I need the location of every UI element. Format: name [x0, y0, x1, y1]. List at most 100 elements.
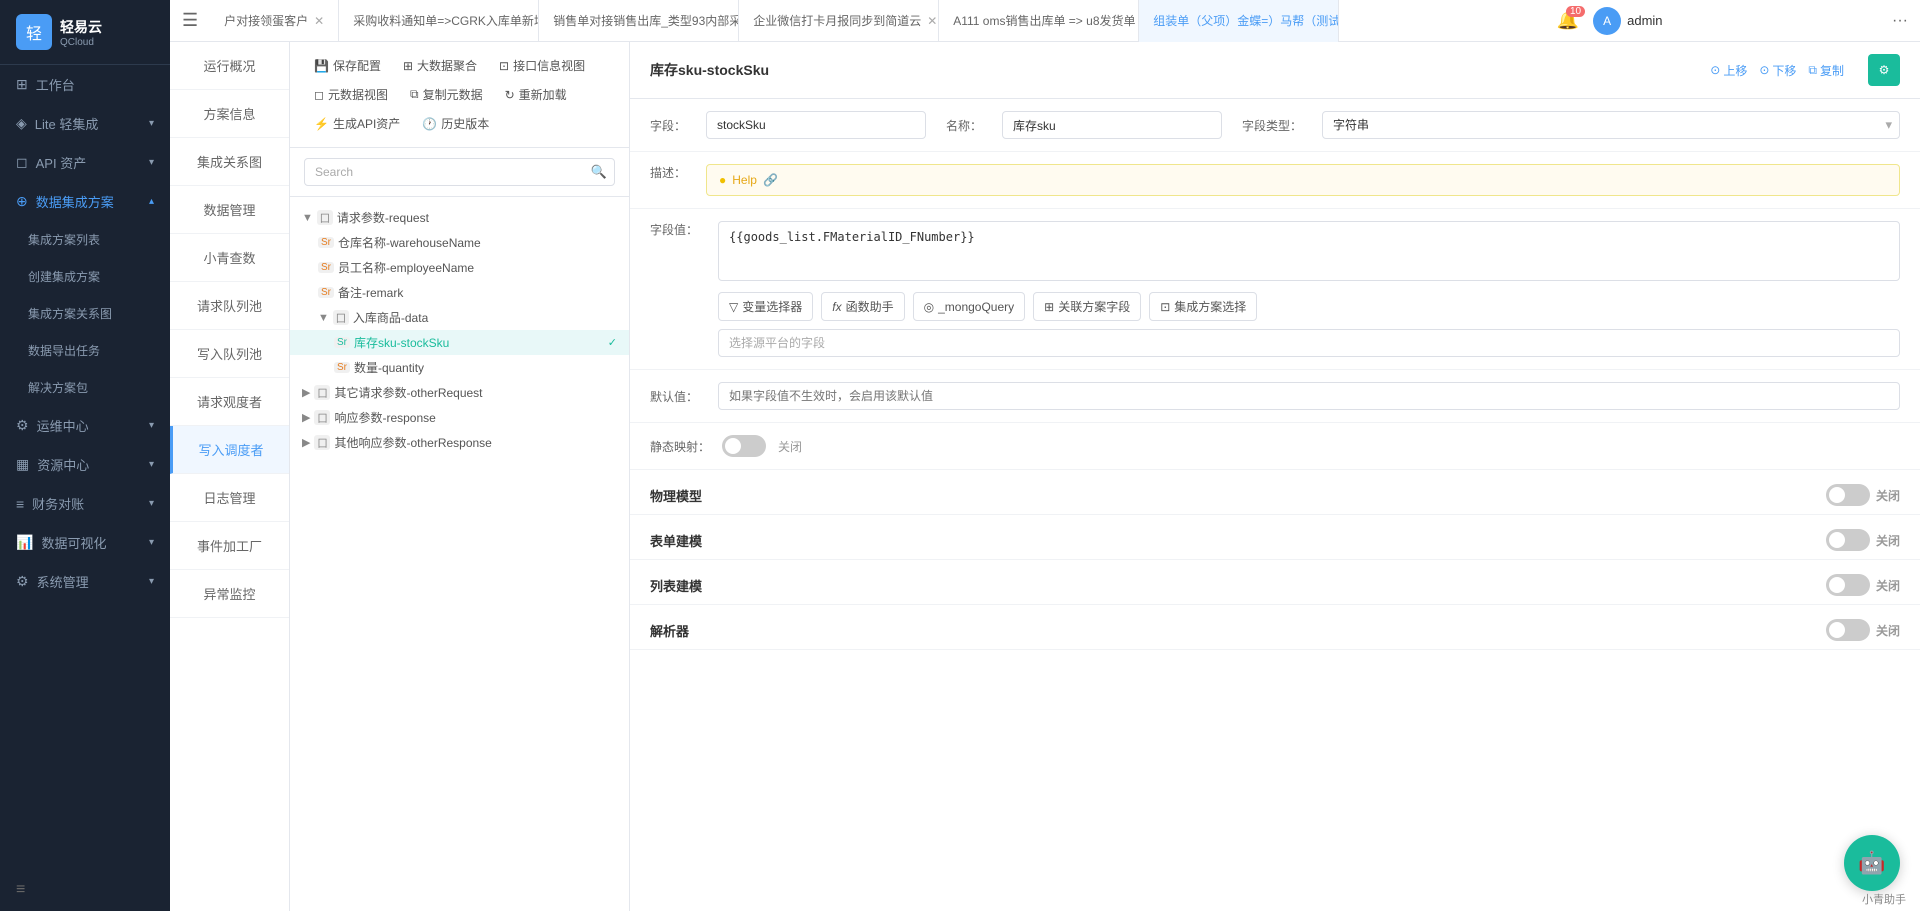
- save-config-btn[interactable]: 💾 保存配置: [304, 52, 391, 79]
- sidebar-item-finance[interactable]: ≡ 财务对账 ▾: [0, 484, 170, 523]
- tree-node-request-params[interactable]: ▼ 囗 请求参数-request: [290, 205, 629, 230]
- form-model-toggle[interactable]: [1826, 529, 1870, 551]
- history-btn[interactable]: 🕐 历史版本: [412, 110, 499, 137]
- gear-icon: ⚙: [1879, 63, 1890, 77]
- left-nav-write-observer[interactable]: 写入调度者: [170, 426, 289, 474]
- sidebar-item-visualization[interactable]: 📊 数据可视化 ▾: [0, 523, 170, 562]
- folder-collapsed-icon: ▶: [302, 386, 310, 399]
- copy-btn[interactable]: ⧉ 复制: [1808, 62, 1844, 79]
- left-nav-relation-map[interactable]: 集成关系图: [170, 138, 289, 186]
- assistant-btn[interactable]: 🤖: [1844, 835, 1900, 891]
- sidebar-item-resources[interactable]: ▦ 资源中心 ▾: [0, 445, 170, 484]
- operations-icon: ⚙: [16, 417, 29, 434]
- relation-field-btn[interactable]: ⊞ 关联方案字段: [1033, 292, 1141, 321]
- visualization-icon: 📊: [16, 534, 33, 551]
- field-value-textarea[interactable]: {{goods_list.FMaterialID_FNumber}}: [718, 221, 1900, 281]
- physical-model-section: 物理模型 关闭: [630, 470, 1920, 515]
- tab-1[interactable]: 户对接领蛋客户 ✕: [210, 0, 339, 42]
- sidebar-collapse-btn[interactable]: ≡: [0, 869, 170, 911]
- left-nav-request-queue[interactable]: 请求队列池: [170, 282, 289, 330]
- field-label: 字段：: [650, 117, 686, 134]
- tree-node-employee-name[interactable]: Sr 员工名称-employeeName: [290, 255, 629, 280]
- left-nav-request-observer[interactable]: 请求观度者: [170, 378, 289, 426]
- sidebar-item-solution-package[interactable]: 解决方案包: [0, 369, 170, 406]
- tree-node-stock-sku[interactable]: Sr 库存sku-stockSku ✓: [290, 330, 629, 355]
- sidebar-item-data-export[interactable]: 数据导出任务: [0, 332, 170, 369]
- sidebar-item-solution-relation[interactable]: 集成方案关系图: [0, 295, 170, 332]
- right-panel-header: 库存sku-stockSku ⊙ 上移 ⊙ 下移 ⧉ 复制: [630, 42, 1920, 99]
- source-select[interactable]: 选择源平台的字段: [718, 329, 1900, 357]
- mongo-query-btn[interactable]: ◎ _mongoQuery: [913, 292, 1026, 321]
- list-model-toggle[interactable]: [1826, 574, 1870, 596]
- down-btn[interactable]: ⊙ 下移: [1759, 62, 1796, 79]
- tab-2[interactable]: 采购收料通知单=>CGRK入库单新增-1 ✕: [339, 0, 539, 42]
- func-helper-btn[interactable]: fx 函数助手: [821, 292, 904, 321]
- tabs-more-icon[interactable]: ···: [1880, 12, 1920, 30]
- tree-node-other-request[interactable]: ▶ 囗 其它请求参数-otherRequest: [290, 380, 629, 405]
- tab-4[interactable]: 企业微信打卡月报同步到简道云 ✕: [739, 0, 939, 42]
- menu-icon[interactable]: ☰: [170, 10, 210, 31]
- chevron-down-icon: ▾: [149, 459, 154, 470]
- integration-select-btn[interactable]: ⊡ 集成方案选择: [1149, 292, 1257, 321]
- left-nav-solution-info[interactable]: 方案信息: [170, 90, 289, 138]
- tree-node-remark[interactable]: Sr 备注-remark: [290, 280, 629, 305]
- tree-node-other-response[interactable]: ▶ 囗 其他响应参数-otherResponse: [290, 430, 629, 455]
- physical-model-toggle[interactable]: [1826, 484, 1870, 506]
- logo: 轻 轻易云 QCloud: [0, 0, 170, 65]
- main-content: ☰ 户对接领蛋客户 ✕ 采购收料通知单=>CGRK入库单新增-1 ✕ 销售单对接…: [170, 0, 1920, 911]
- left-nav-log-management[interactable]: 日志管理: [170, 474, 289, 522]
- left-nav-event-factory[interactable]: 事件加工厂: [170, 522, 289, 570]
- sidebar-item-operations[interactable]: ⚙ 运维中心 ▾: [0, 406, 170, 445]
- sidebar-item-data-integration[interactable]: ⊕ 数据集成方案 ▴: [0, 182, 170, 221]
- settings-btn[interactable]: ⚙: [1868, 54, 1900, 86]
- left-nav-data-management[interactable]: 数据管理: [170, 186, 289, 234]
- reload-icon: ↻: [505, 88, 515, 102]
- search-input[interactable]: [304, 158, 615, 186]
- tab-close-1[interactable]: ✕: [314, 14, 324, 28]
- var-selector-btn[interactable]: ▽ 变量选择器: [718, 292, 813, 321]
- tree-node-warehouse-name[interactable]: Sr 仓库名称-warehouseName: [290, 230, 629, 255]
- parser-toggle[interactable]: [1826, 619, 1870, 641]
- tab-3[interactable]: 销售单对接销售出库_类型93内部采销 ✕: [539, 0, 739, 42]
- up-btn[interactable]: ⊙ 上移: [1710, 62, 1747, 79]
- gen-api-btn[interactable]: ⚡ 生成API资产: [304, 110, 410, 137]
- tab-6[interactable]: 组装单（父项）金蝶=）马帮（测试通过） ✕ 📌: [1139, 0, 1339, 42]
- left-nav-exception-monitor[interactable]: 异常监控: [170, 570, 289, 618]
- sidebar-item-workbench[interactable]: ⊞ 工作台: [0, 65, 170, 104]
- notification-bell[interactable]: 🔔 10: [1557, 10, 1579, 31]
- tab-close-4[interactable]: ✕: [927, 14, 937, 28]
- big-data-merge-btn[interactable]: ⊞ 大数据聚合: [393, 52, 487, 79]
- tab-5[interactable]: A111 oms销售出库单 => u8发货单 ✕: [939, 0, 1139, 42]
- tree-node-in-goods-data[interactable]: ▼ 囗 入库商品-data: [290, 305, 629, 330]
- description-row: 描述： ● Help 🔗: [630, 152, 1920, 209]
- left-nav-write-queue[interactable]: 写入队列池: [170, 330, 289, 378]
- user-avatar-wrap[interactable]: A admin: [1593, 7, 1662, 35]
- field-input[interactable]: [706, 111, 926, 139]
- tree-node-response[interactable]: ▶ 囗 响应参数-response: [290, 405, 629, 430]
- desc-label: 描述：: [650, 164, 686, 181]
- interface-view-btn[interactable]: ⊡ 接口信息视图: [489, 52, 595, 79]
- left-nav-small-query[interactable]: 小青查数: [170, 234, 289, 282]
- chevron-down-icon: ▾: [149, 498, 154, 509]
- reload-btn[interactable]: ↻ 重新加载: [495, 81, 577, 108]
- field-main-row: 字段： 名称： 字段类型： 字符串 整数 浮点数 布尔值 ▾: [630, 99, 1920, 152]
- folder-expanded-icon: ▼: [302, 212, 313, 224]
- form-model-section: 表单建模 关闭: [630, 515, 1920, 560]
- copy-meta-btn[interactable]: ⧉ 复制元数据: [400, 81, 493, 108]
- tree-node-quantity[interactable]: Sr 数量-quantity: [290, 355, 629, 380]
- sidebar-item-system[interactable]: ⚙ 系统管理 ▾: [0, 562, 170, 601]
- notification-count: 10: [1566, 6, 1585, 17]
- sidebar-item-api[interactable]: ◻ API 资产 ▾: [0, 143, 170, 182]
- type-select[interactable]: 字符串 整数 浮点数 布尔值: [1322, 111, 1900, 139]
- help-text: Help: [732, 173, 757, 187]
- left-nav-overview[interactable]: 运行概况: [170, 42, 289, 90]
- sidebar-item-solution-list[interactable]: 集成方案列表: [0, 221, 170, 258]
- default-val-input[interactable]: [718, 382, 1900, 410]
- field-value-buttons: ▽ 变量选择器 fx 函数助手 ◎ _mongoQuery ⊞: [718, 292, 1900, 321]
- down-icon: ⊙: [1759, 63, 1769, 77]
- sidebar-item-lite[interactable]: ◈ Lite 轻集成 ▾: [0, 104, 170, 143]
- name-input[interactable]: [1002, 111, 1222, 139]
- meta-view-btn[interactable]: ◻ 元数据视图: [304, 81, 398, 108]
- sidebar-item-create-solution[interactable]: 创建集成方案: [0, 258, 170, 295]
- static-mapping-toggle[interactable]: [722, 435, 766, 457]
